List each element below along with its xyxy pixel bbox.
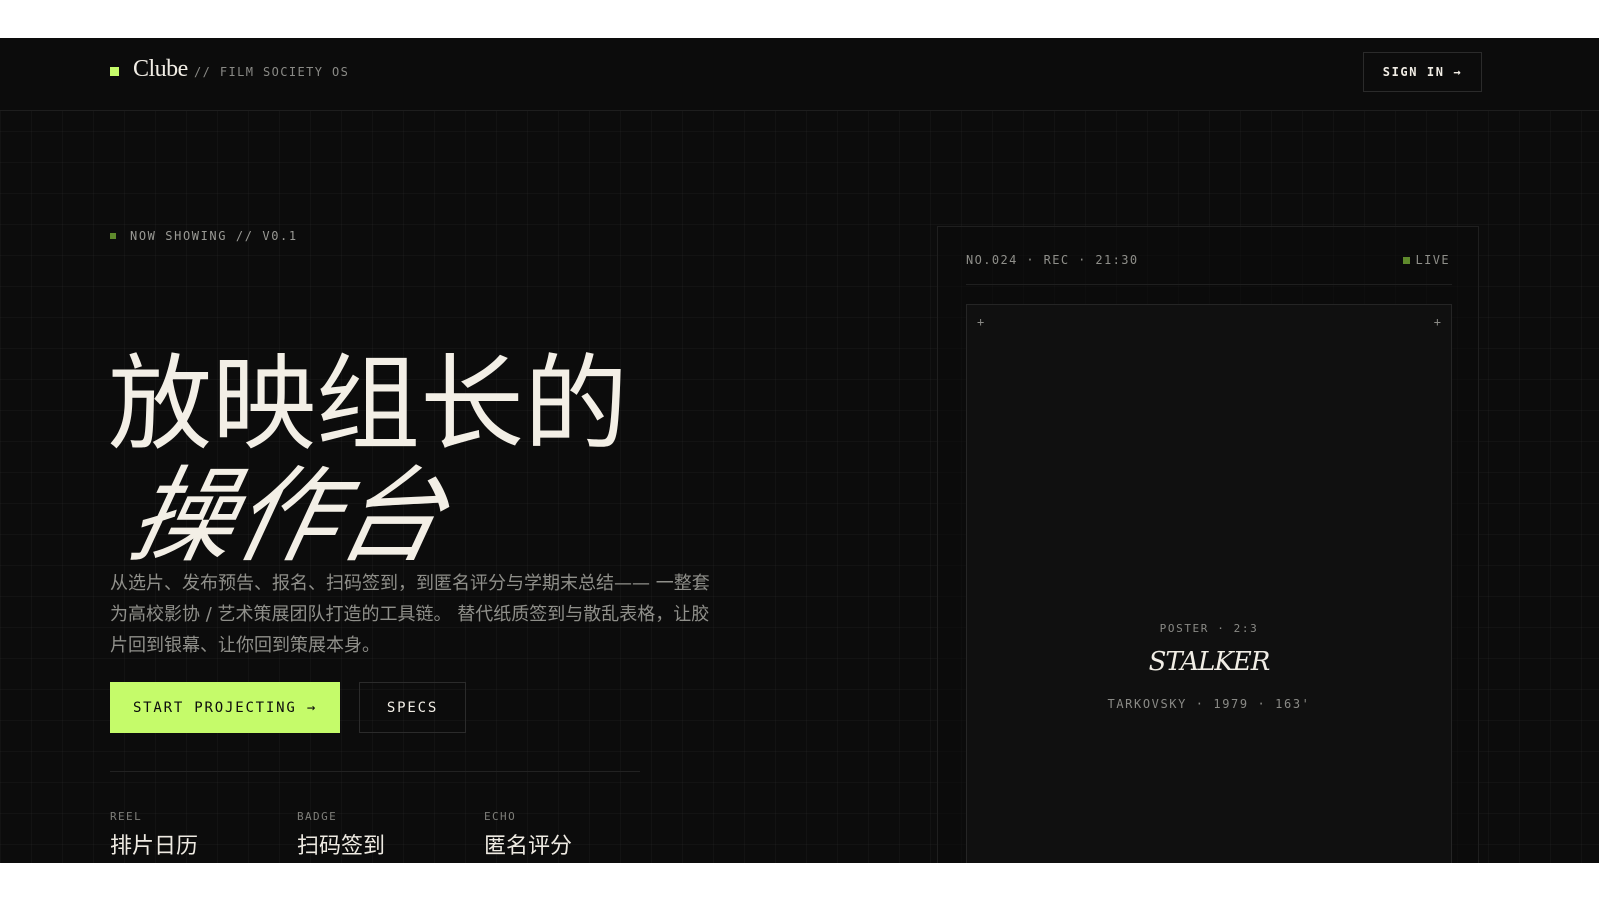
eyebrow-label: NOW SHOWING // V0.1 xyxy=(130,229,298,243)
specs-button[interactable]: SPECS xyxy=(359,682,466,733)
stat-key: ECHO xyxy=(484,810,517,823)
eyebrow-square-icon xyxy=(110,233,116,239)
stat-reel: REEL 排片日历 xyxy=(110,810,198,860)
headline-line-1: 放映组长的 xyxy=(108,342,629,465)
sign-in-button[interactable]: SIGN IN → xyxy=(1363,52,1482,92)
live-badge: LIVE xyxy=(1402,253,1451,267)
live-indicator-icon xyxy=(1402,256,1410,264)
top-navigation-bar: Clube // FILM SOCIETY OS SIGN IN → xyxy=(0,38,1599,111)
poster-frame: + + POSTER · 2:3 STALKER TARKOVSKY · 197… xyxy=(966,304,1452,863)
start-projecting-button[interactable]: START PROJECTING → xyxy=(110,682,340,733)
page-title: 放映组长的 操作台 xyxy=(108,348,808,577)
stat-echo: ECHO 匿名评分 xyxy=(484,810,572,860)
brand-name[interactable]: Clube xyxy=(133,56,188,83)
stat-value: 扫码签到 xyxy=(297,834,386,859)
stat-key: REEL xyxy=(110,810,143,823)
poster-ratio-label: POSTER · 2:3 xyxy=(1159,622,1259,635)
headline-line-2: 操作台 xyxy=(118,454,457,577)
brand-square-icon xyxy=(110,67,119,76)
stat-key: BADGE xyxy=(297,810,338,823)
poster-film-title: STALKER xyxy=(1148,647,1271,677)
crosshair-icon: + xyxy=(977,315,985,329)
crosshair-icon: + xyxy=(1433,315,1441,329)
stat-badge: BADGE 扫码签到 xyxy=(297,810,385,860)
hero-description: 从选片、发布预告、报名、扫码签到，到匿名评分与学期末总结—— 一整套为高校影协 … xyxy=(110,573,710,656)
card-session-meta: NO.024 · REC · 21:30 xyxy=(966,253,1139,267)
stat-value: 匿名评分 xyxy=(484,834,573,859)
now-showing-card: NO.024 · REC · 21:30 LIVE + + POSTER · 2… xyxy=(937,226,1479,863)
landing-page: Clube // FILM SOCIETY OS SIGN IN → NOW S… xyxy=(0,38,1599,863)
stats-divider xyxy=(110,771,640,772)
brand-tagline: // FILM SOCIETY OS xyxy=(194,65,350,79)
poster-film-credit: TARKOVSKY · 1979 · 163' xyxy=(1107,697,1311,711)
stat-value: 排片日历 xyxy=(110,834,199,859)
now-showing-eyebrow: NOW SHOWING // V0.1 xyxy=(110,229,298,243)
card-divider xyxy=(966,284,1452,285)
live-label: LIVE xyxy=(1415,253,1450,267)
